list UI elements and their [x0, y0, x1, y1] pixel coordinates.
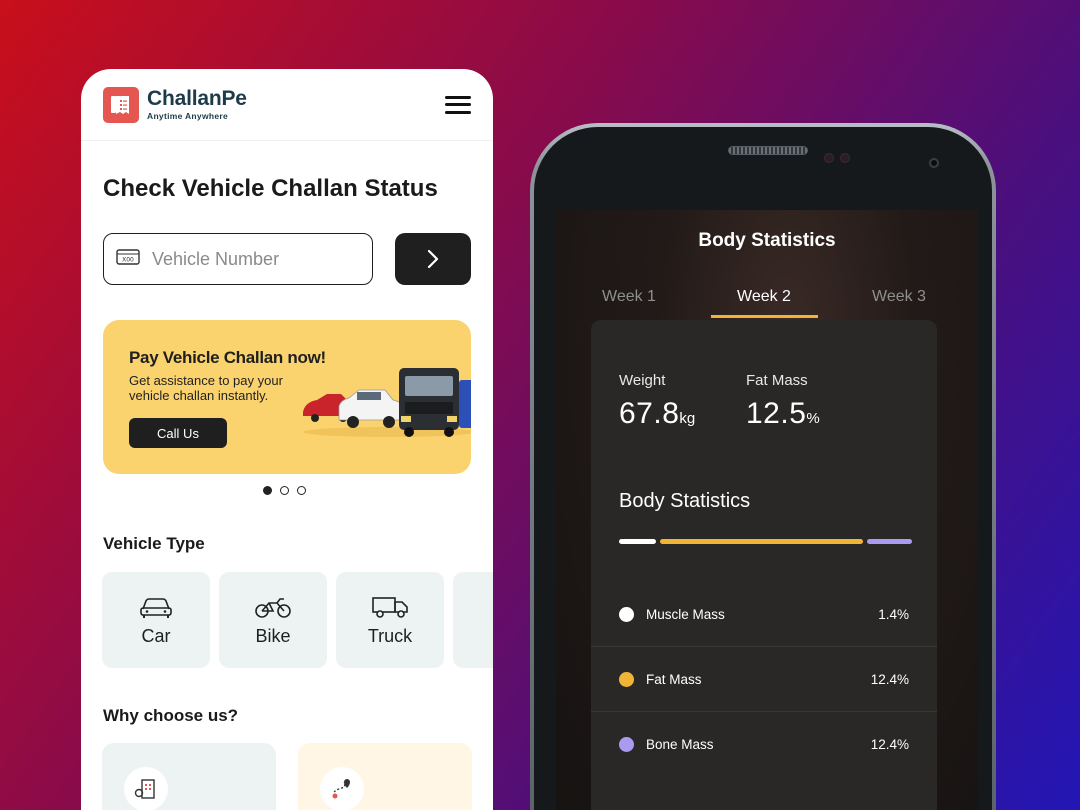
vehicle-type-car[interactable]: Car	[102, 572, 210, 668]
building-icon	[124, 767, 168, 810]
fat-mass-metric: Fat Mass 12.5%	[746, 372, 820, 431]
speaker-grille	[728, 146, 808, 155]
bike-icon	[255, 597, 291, 618]
section-title: Body Statistics	[619, 490, 751, 512]
vehicle-type-label: Car	[141, 625, 171, 646]
vehicle-type-title: Vehicle Type	[103, 534, 205, 553]
page-title: Check Vehicle Challan Status	[103, 175, 438, 202]
tab-week-3[interactable]: Week 3	[872, 288, 926, 306]
why-choose-us-list	[102, 743, 472, 810]
stat-value: 12.4%	[870, 671, 909, 687]
search-submit-button[interactable]	[395, 233, 471, 285]
challanpe-app-screen: ChallanPe Anytime Anywhere Check Vehicle…	[81, 69, 493, 810]
challan-logo-icon	[103, 86, 139, 123]
car-icon	[140, 597, 172, 618]
stat-value: 12.4%	[870, 737, 909, 752]
carousel-dot[interactable]	[263, 486, 272, 495]
vehicle-type-truck[interactable]: Truck	[336, 572, 444, 668]
why-card[interactable]	[102, 743, 276, 810]
vehicle-type-list: Car Bike Truck	[102, 572, 493, 668]
vehicle-type-label: Bike	[255, 625, 291, 646]
metric-unit: %	[806, 410, 820, 427]
svg-text:X00: X00	[122, 256, 134, 263]
number-plate-icon: X00	[116, 248, 140, 271]
vehicle-type-bike[interactable]: Bike	[219, 572, 327, 668]
stat-row-fat-mass[interactable]: Fat Mass 12.4%	[591, 647, 937, 712]
call-us-button[interactable]: Call Us	[129, 418, 227, 448]
stat-row-bone-mass[interactable]: Bone Mass 12.4%	[591, 712, 937, 777]
stats-card: Weight 67.8kg Fat Mass 12.5% Body Statis…	[591, 320, 937, 810]
screen-title: Body Statistics	[698, 230, 836, 251]
proximity-sensor	[824, 153, 834, 163]
stat-name: Muscle Mass	[646, 606, 725, 622]
android-phone-frame: Body Statistics Week 1 Week 2 Week 3 Wei…	[530, 123, 996, 810]
chevron-right-icon	[427, 249, 439, 269]
brand-name: ChallanPe	[147, 87, 247, 110]
weight-metric: Weight 67.8kg	[619, 372, 695, 431]
route-icon	[320, 767, 364, 810]
app-header: ChallanPe Anytime Anywhere	[81, 69, 493, 141]
carousel-dot[interactable]	[280, 486, 289, 495]
composition-bar	[619, 539, 912, 544]
vehicle-number-field[interactable]: X00	[103, 233, 373, 285]
body-statistics-screen: Body Statistics Week 1 Week 2 Week 3 Wei…	[556, 210, 978, 810]
muscle-mass-segment	[619, 539, 656, 544]
vehicle-type-more[interactable]	[453, 572, 493, 668]
light-sensor	[840, 153, 850, 163]
why-card[interactable]	[298, 743, 472, 810]
metric-value: 12.5	[746, 397, 807, 430]
legend-dot	[619, 671, 634, 687]
metric-label: Weight	[619, 372, 666, 389]
legend-dot	[619, 737, 634, 752]
why-choose-us-title: Why choose us?	[103, 706, 239, 725]
stat-name: Fat Mass	[646, 671, 702, 687]
front-camera-icon	[929, 158, 939, 168]
week-tabs: Week 1 Week 2 Week 3	[556, 288, 978, 318]
promo-description: Get assistance to pay your vehicle chall…	[129, 373, 283, 403]
metric-value: 67.8	[619, 397, 680, 430]
active-tab-indicator	[711, 315, 818, 318]
vehicle-number-input[interactable]	[152, 248, 352, 270]
vehicle-search: X00	[103, 233, 471, 285]
stat-name: Bone Mass	[646, 737, 714, 752]
vehicles-illustration	[303, 368, 471, 437]
carousel-dot[interactable]	[297, 486, 306, 495]
brand-logo[interactable]: ChallanPe Anytime Anywhere	[103, 86, 247, 123]
stat-row-muscle-mass[interactable]: Muscle Mass 1.4%	[591, 582, 937, 647]
phone-body: Body Statistics Week 1 Week 2 Week 3 Wei…	[534, 127, 992, 810]
tab-week-2[interactable]: Week 2	[737, 288, 791, 306]
metric-label: Fat Mass	[746, 372, 808, 389]
tab-week-1[interactable]: Week 1	[602, 288, 656, 306]
fat-mass-segment	[660, 539, 863, 544]
promo-banner[interactable]: Pay Vehicle Challan now! Get assistance …	[103, 320, 471, 474]
stat-value: 1.4%	[878, 606, 909, 622]
brand-tagline: Anytime Anywhere	[147, 111, 229, 121]
hamburger-menu-icon[interactable]	[445, 94, 471, 116]
truck-icon	[372, 596, 408, 618]
bone-mass-segment	[867, 539, 912, 544]
vehicle-type-label: Truck	[367, 625, 413, 646]
carousel-indicator	[263, 486, 306, 495]
legend-dot	[619, 606, 634, 622]
metric-unit: kg	[679, 410, 696, 427]
promo-title: Pay Vehicle Challan now!	[129, 348, 326, 367]
